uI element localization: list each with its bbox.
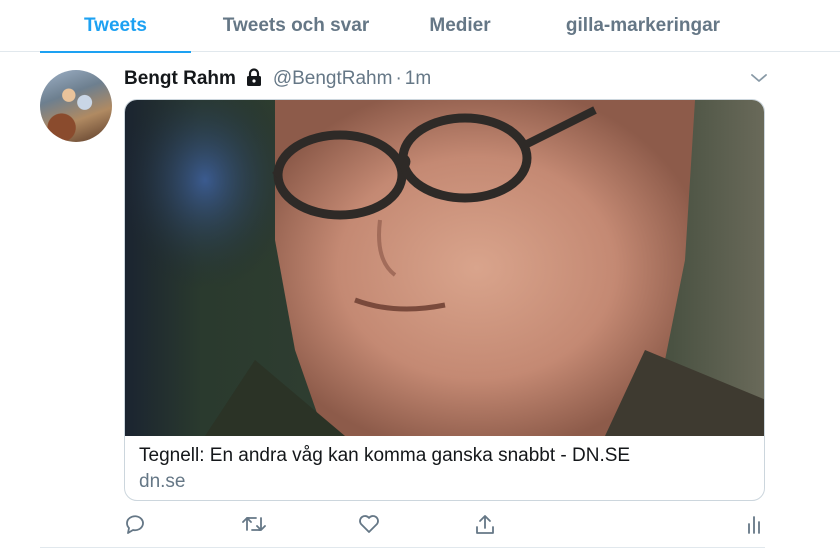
tab-likes[interactable]: gilla-markeringar bbox=[548, 0, 738, 52]
share-icon[interactable] bbox=[474, 514, 496, 541]
tab-tweets-and-replies[interactable]: Tweets och svar bbox=[210, 0, 382, 52]
tab-tweets-and-replies-label: Tweets och svar bbox=[222, 15, 370, 36]
card-domain: dn.se bbox=[139, 471, 186, 492]
card-image bbox=[125, 100, 764, 436]
tab-tweets-label: Tweets bbox=[83, 15, 147, 36]
card-title: Tegnell: En andra våg kan komma ganska s… bbox=[139, 445, 631, 466]
lock-icon bbox=[246, 68, 262, 95]
profile-tabs: Tweets Tweets och svar Medier gilla-mark… bbox=[0, 0, 840, 53]
analytics-icon[interactable] bbox=[746, 514, 762, 539]
like-icon[interactable] bbox=[358, 514, 380, 539]
avatar[interactable] bbox=[40, 70, 112, 142]
tweet-time[interactable]: 1m bbox=[405, 68, 431, 89]
retweet-icon[interactable] bbox=[242, 514, 266, 539]
tab-likes-label: gilla-markeringar bbox=[565, 15, 721, 36]
tab-tweets[interactable]: Tweets bbox=[40, 0, 191, 53]
tweet-actions bbox=[0, 510, 840, 540]
meta-separator: · bbox=[395, 68, 402, 89]
tab-media-label: Medier bbox=[429, 15, 491, 36]
tweet-header: Bengt Rahm @BengtRahm · 1m bbox=[124, 66, 431, 92]
reply-icon[interactable] bbox=[124, 514, 146, 539]
author-handle[interactable]: @BengtRahm bbox=[273, 68, 393, 89]
link-card[interactable]: Tegnell: En andra våg kan komma ganska s… bbox=[124, 99, 765, 501]
tweet-divider bbox=[40, 547, 765, 548]
chevron-down-icon[interactable] bbox=[750, 71, 768, 90]
active-tab-indicator bbox=[40, 51, 191, 53]
author-name[interactable]: Bengt Rahm bbox=[124, 68, 236, 89]
tab-media[interactable]: Medier bbox=[415, 0, 505, 52]
